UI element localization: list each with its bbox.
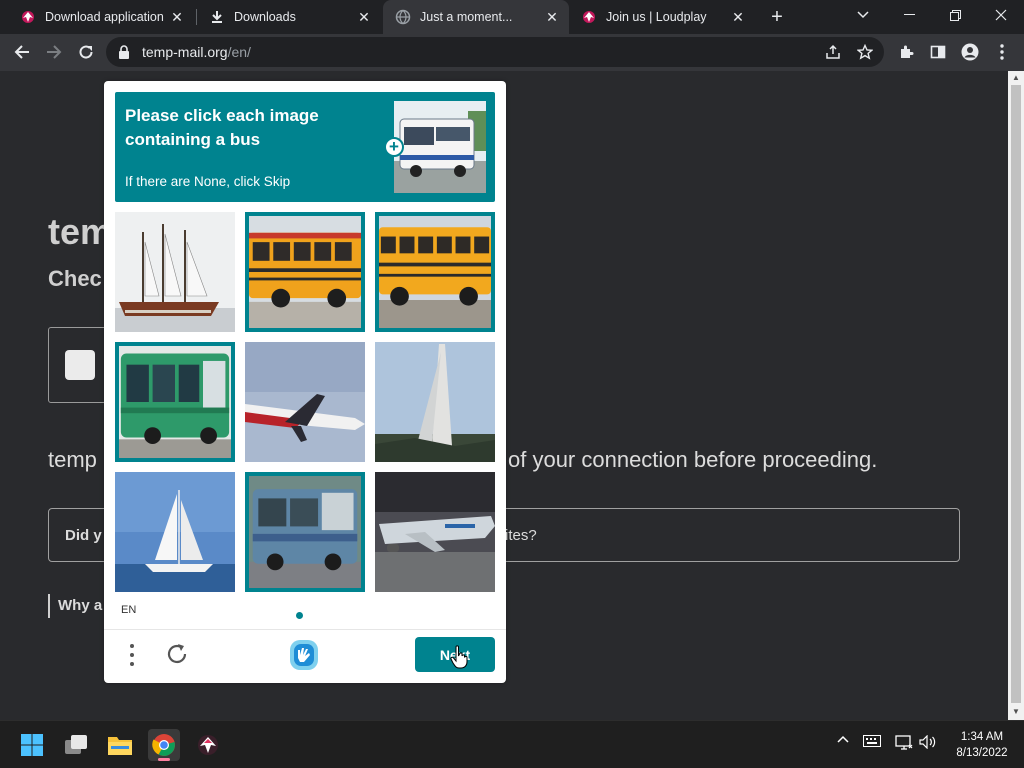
prompt-hint: If there are None, click Skip bbox=[125, 174, 291, 189]
image-tile-sailing-ship[interactable] bbox=[115, 212, 235, 332]
tab-title: Just a moment... bbox=[420, 10, 513, 24]
windows-logo-icon bbox=[21, 734, 43, 756]
url-host: temp-mail.org bbox=[142, 44, 228, 60]
scroll-down-icon[interactable]: ▼ bbox=[1012, 707, 1020, 716]
bookmark-star-icon[interactable] bbox=[854, 41, 876, 63]
show-hidden-icons-button[interactable] bbox=[834, 735, 852, 743]
did-you-know-start: Did y bbox=[65, 527, 102, 544]
profile-avatar-icon[interactable] bbox=[959, 41, 981, 63]
folder-icon bbox=[108, 737, 132, 755]
forward-button[interactable] bbox=[40, 38, 68, 66]
tab-download-application[interactable]: Download application | ✕ bbox=[8, 0, 194, 34]
captcha-menu-icon[interactable] bbox=[126, 643, 138, 667]
prompt-title: Please click each image containing a bus bbox=[125, 106, 319, 149]
tab-title: Download application | bbox=[45, 10, 168, 24]
tab-title: Downloads bbox=[234, 10, 296, 24]
close-window-button[interactable] bbox=[978, 0, 1024, 30]
example-bus-image bbox=[394, 101, 486, 193]
review-text-start: temp bbox=[48, 447, 97, 472]
refresh-challenge-icon[interactable] bbox=[164, 641, 190, 667]
clock-time: 1:34 AM bbox=[960, 731, 1004, 743]
url-path: /en/ bbox=[227, 44, 251, 60]
new-tab-button[interactable]: + bbox=[764, 5, 790, 29]
tab-downloads[interactable]: Downloads ✕ bbox=[197, 0, 381, 34]
why-heading: Why a bbox=[48, 594, 102, 618]
scroll-up-icon[interactable]: ▲ bbox=[1012, 73, 1020, 82]
challenge-prompt: Please click each image containing a bus… bbox=[115, 92, 495, 202]
language-selector[interactable]: EN bbox=[121, 604, 136, 616]
download-icon bbox=[209, 9, 225, 25]
tab-join-loudplay[interactable]: Join us | Loudplay ✕ bbox=[569, 0, 755, 34]
page-scrollbar[interactable]: ▲ ▼ bbox=[1008, 71, 1024, 720]
url-text: temp-mail.org/en/ bbox=[142, 44, 251, 60]
address-bar[interactable]: temp-mail.org/en/ bbox=[106, 37, 884, 67]
globe-icon bbox=[395, 9, 411, 25]
hand-cursor-icon bbox=[450, 645, 470, 674]
chrome-icon bbox=[152, 734, 175, 756]
loudplay-favicon-icon bbox=[20, 9, 36, 25]
restore-button[interactable] bbox=[932, 0, 978, 30]
close-tab-icon[interactable]: ✕ bbox=[355, 8, 373, 26]
image-tile-blue-bus[interactable] bbox=[245, 472, 365, 592]
did-you-know-end: ites? bbox=[505, 527, 537, 544]
chrome-taskbar-button[interactable] bbox=[148, 729, 180, 761]
image-tile-sailboat[interactable] bbox=[115, 472, 235, 592]
back-arrow-icon bbox=[14, 45, 29, 59]
back-button[interactable] bbox=[8, 38, 36, 66]
challenge-checkbox[interactable] bbox=[65, 350, 95, 380]
loudplay-icon bbox=[198, 735, 218, 755]
system-clock[interactable]: 1:34 AM 8/13/2022 bbox=[944, 729, 1020, 761]
image-tile-sail[interactable] bbox=[375, 342, 495, 462]
keyboard-icon[interactable] bbox=[862, 735, 882, 747]
tab-just-a-moment[interactable]: Just a moment... ✕ bbox=[383, 0, 569, 34]
image-tile-airliner[interactable] bbox=[375, 472, 495, 592]
hcaptcha-dialog: Please click each image containing a bus… bbox=[104, 81, 506, 683]
close-tab-icon[interactable]: ✕ bbox=[729, 8, 747, 26]
task-view-button[interactable] bbox=[60, 729, 92, 761]
loudplay-taskbar-button[interactable] bbox=[192, 729, 224, 761]
forward-arrow-icon bbox=[47, 45, 62, 59]
tab-title: Join us | Loudplay bbox=[606, 10, 707, 24]
tab-strip: Download application | ✕ Downloads ✕ Jus… bbox=[0, 0, 1024, 34]
file-explorer-button[interactable] bbox=[104, 729, 136, 761]
page-indicator-dot bbox=[296, 612, 303, 619]
extensions-icon[interactable] bbox=[895, 41, 917, 63]
start-button[interactable] bbox=[16, 729, 48, 761]
scrollbar-thumb[interactable] bbox=[1011, 85, 1021, 703]
loudplay-favicon-icon bbox=[581, 9, 597, 25]
checking-heading: Chec bbox=[48, 266, 102, 291]
minimize-button[interactable] bbox=[886, 0, 932, 30]
hcaptcha-logo-icon bbox=[286, 638, 322, 672]
image-tile-school-bus[interactable] bbox=[245, 212, 365, 332]
footer-divider bbox=[104, 629, 506, 630]
review-text-end: of your connection before proceeding. bbox=[508, 447, 878, 472]
browser-toolbar: temp-mail.org/en/ bbox=[0, 34, 1024, 71]
lock-icon[interactable] bbox=[118, 45, 130, 64]
reload-icon bbox=[79, 45, 93, 59]
clock-date: 8/13/2022 bbox=[956, 747, 1008, 759]
image-tile-airplane[interactable] bbox=[245, 342, 365, 462]
image-tile-school-bus[interactable] bbox=[375, 212, 495, 332]
close-tab-icon[interactable]: ✕ bbox=[168, 8, 186, 26]
share-icon[interactable] bbox=[822, 41, 844, 63]
active-indicator bbox=[158, 758, 170, 761]
close-tab-icon[interactable]: ✕ bbox=[543, 8, 561, 26]
site-logo-text: tem bbox=[48, 211, 113, 252]
windows-taskbar: 1:34 AM 8/13/2022 bbox=[0, 720, 1024, 768]
volume-icon[interactable] bbox=[918, 735, 938, 749]
side-panel-icon[interactable] bbox=[927, 41, 949, 63]
tab-search-icon[interactable] bbox=[840, 0, 886, 30]
network-icon[interactable] bbox=[894, 735, 914, 751]
example-expand-icon[interactable]: + bbox=[384, 137, 404, 157]
browser-menu-icon[interactable] bbox=[991, 41, 1013, 63]
task-view-icon bbox=[65, 735, 87, 754]
reload-button[interactable] bbox=[72, 38, 100, 66]
image-tile-green-bus[interactable] bbox=[115, 342, 235, 462]
